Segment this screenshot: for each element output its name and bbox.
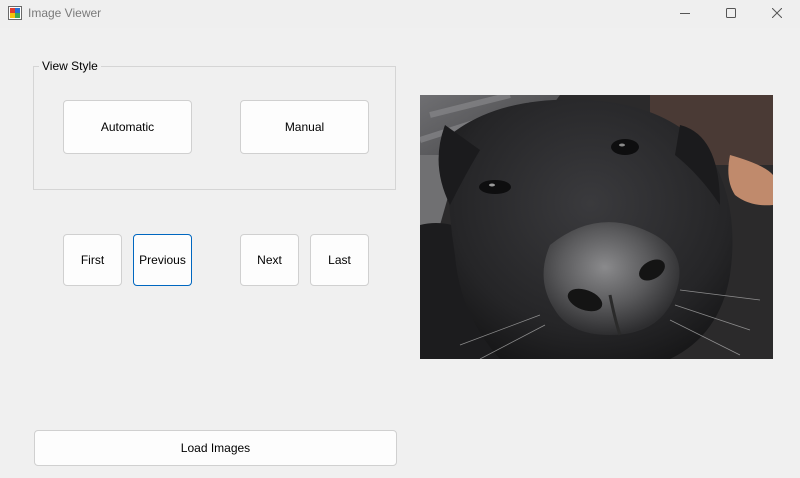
minimize-button[interactable]	[662, 0, 708, 28]
load-images-button[interactable]: Load Images	[34, 430, 397, 466]
window-title: Image Viewer	[28, 6, 102, 20]
view-style-legend: View Style	[39, 59, 101, 73]
image-viewer-window: Image Viewer View Style Automatic Manual…	[0, 0, 800, 478]
image-picture-box	[420, 95, 773, 359]
dog-photo	[420, 95, 773, 359]
close-icon	[771, 5, 783, 23]
maximize-icon	[726, 5, 736, 23]
close-button[interactable]	[754, 0, 800, 28]
next-button[interactable]: Next	[240, 234, 299, 286]
manual-button[interactable]: Manual	[240, 100, 369, 154]
title-bar[interactable]: Image Viewer	[0, 0, 800, 28]
first-button[interactable]: First	[63, 234, 122, 286]
automatic-button[interactable]: Automatic	[63, 100, 192, 154]
minimize-icon	[680, 5, 690, 23]
maximize-button[interactable]	[708, 0, 754, 28]
previous-button[interactable]: Previous	[133, 234, 192, 286]
last-button[interactable]: Last	[310, 234, 369, 286]
app-icon	[8, 6, 22, 20]
